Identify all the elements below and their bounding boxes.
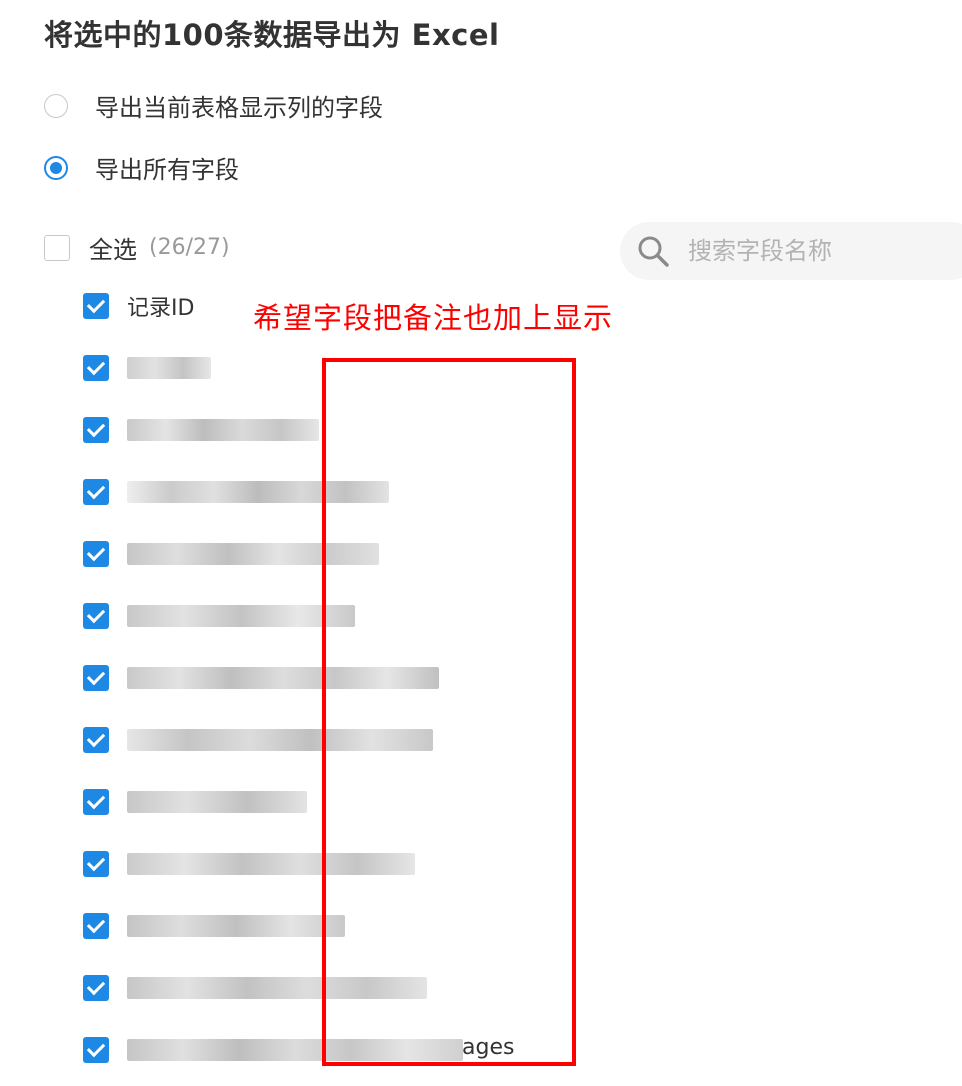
field-checkbox[interactable] [83,851,109,877]
field-checkbox[interactable] [83,541,109,567]
field-item-redacted[interactable] [83,416,319,444]
redacted-field-label [127,353,211,383]
field-checkbox[interactable] [83,913,109,939]
field-item-redacted[interactable] [83,354,211,382]
field-count: (26/27) [149,235,230,260]
field-item-redacted[interactable] [83,602,355,630]
option-all-fields-label: 导出所有字段 [95,156,239,184]
option-all-fields[interactable]: 导出所有字段 [44,150,239,185]
field-checkbox[interactable] [83,355,109,381]
search-icon [638,236,669,267]
option-current-columns-label: 导出当前表格显示列的字段 [95,94,383,122]
radio-all-fields[interactable] [44,155,68,180]
redacted-field-label [127,911,345,941]
field-checkbox[interactable] [83,293,109,319]
field-item-redacted[interactable] [83,912,345,940]
field-search[interactable] [620,222,962,280]
field-checkbox[interactable] [83,1037,109,1063]
redacted-field-label [127,601,355,631]
field-checkbox[interactable] [83,727,109,753]
field-checkbox[interactable] [83,603,109,629]
field-item-record-id[interactable]: 记录ID [83,292,195,321]
field-checkbox[interactable] [83,789,109,815]
redacted-field-label [127,415,319,445]
field-checkbox[interactable] [83,975,109,1001]
field-label: 记录ID [127,296,195,321]
select-all-checkbox[interactable] [44,234,70,261]
annotation-text: 希望字段把备注也加上显示 [253,301,614,335]
select-all[interactable]: 全选 (26/27) [44,230,230,265]
field-checkbox[interactable] [83,417,109,443]
dialog-title: 将选中的100条数据导出为 Excel [44,18,500,52]
redacted-field-label [127,787,307,817]
option-current-columns[interactable]: 导出当前表格显示列的字段 [44,88,383,123]
field-checkbox[interactable] [83,665,109,691]
field-checkbox[interactable] [83,479,109,505]
search-input[interactable] [686,236,930,266]
field-item-redacted[interactable] [83,788,307,816]
select-all-label: 全选 [89,236,137,264]
radio-current-columns[interactable] [44,93,68,118]
annotation-highlight-box [322,358,576,1066]
